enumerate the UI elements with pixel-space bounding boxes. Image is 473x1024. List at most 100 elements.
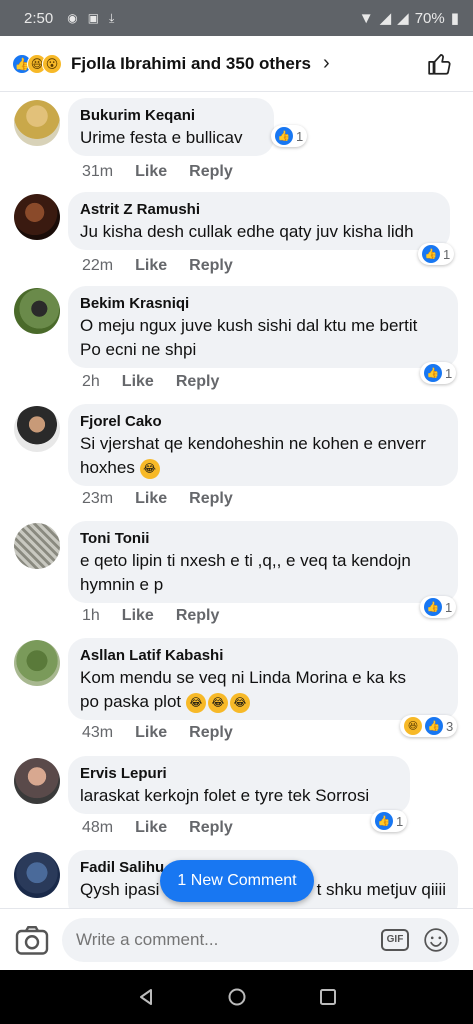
- camera-icon[interactable]: [14, 922, 50, 958]
- avatar[interactable]: [14, 758, 60, 804]
- comment-author[interactable]: Astrit Z Ramushi: [80, 200, 438, 220]
- like-action[interactable]: Like: [122, 607, 154, 625]
- reaction-badge[interactable]: 👍 1: [420, 362, 457, 384]
- comment-time: 43m: [82, 724, 114, 741]
- reaction-badge[interactable]: 👍 1: [271, 125, 308, 147]
- like-button-icon[interactable]: [427, 51, 453, 77]
- like-action[interactable]: Like: [135, 257, 167, 275]
- battery-level: 70%: [414, 9, 445, 27]
- download-icon: ⤓: [109, 10, 115, 25]
- reaction-badge[interactable]: 😆 👍 3: [400, 715, 458, 737]
- comment-bubble[interactable]: Bekim Krasniqi O meju ngux juve kush sis…: [68, 286, 458, 368]
- comment-bubble[interactable]: Fjorel Cako Si vjershat qe kendoheshin n…: [68, 404, 458, 486]
- like-action[interactable]: Like: [135, 163, 167, 181]
- reaction-count: 1: [296, 128, 304, 144]
- comment-text: Qysh ipasi: [80, 880, 160, 899]
- comment-meta: 2h Like Reply: [82, 373, 219, 391]
- reaction-badge[interactable]: 👍 1: [418, 243, 455, 265]
- comment-bubble[interactable]: Astrit Z Ramushi Ju kisha desh cullak ed…: [68, 192, 450, 250]
- chevron-right-icon[interactable]: ›: [323, 52, 330, 75]
- reactors-label[interactable]: Fjolla Ibrahimi and 350 others: [71, 54, 311, 74]
- comment-text: hoxhes: [80, 458, 135, 477]
- like-action[interactable]: Like: [122, 373, 154, 391]
- like-action[interactable]: Like: [135, 490, 167, 508]
- avatar[interactable]: [14, 852, 60, 898]
- comment-author[interactable]: Ervis Lepuri: [80, 764, 398, 784]
- reaction-count: 1: [445, 599, 453, 615]
- comment-author[interactable]: Fjorel Cako: [80, 412, 446, 432]
- reply-action[interactable]: Reply: [176, 373, 220, 391]
- reply-action[interactable]: Reply: [189, 163, 233, 181]
- comment-text: laraskat kerkojn folet e tyre tek Sorros…: [80, 786, 370, 805]
- comment-text-line: hoxhes 😂: [80, 456, 446, 480]
- comment-meta: 43m Like Reply: [82, 724, 233, 742]
- system-nav-bar: [0, 970, 473, 1024]
- comment-bubble[interactable]: Toni Tonii e qeto lipin ti nxesh e ti ,q…: [68, 521, 458, 603]
- back-icon[interactable]: [136, 987, 156, 1007]
- comment-time: 48m: [82, 819, 114, 836]
- emoji-icon[interactable]: [423, 927, 449, 953]
- comment-text: e qeto lipin ti nxesh e ti ,q,, e veq ta…: [80, 551, 411, 570]
- comment-bubble[interactable]: Bukurim Keqani Urime festa e bullicav: [68, 98, 274, 156]
- reply-action[interactable]: Reply: [176, 607, 220, 625]
- comment-meta: 23m Like Reply: [82, 490, 233, 508]
- comment-input-box[interactable]: GIF: [62, 917, 459, 962]
- reaction-count: 3: [446, 718, 454, 734]
- status-bar: 2:50 ◉ ▣ ⤓ ▼ ◢ ◢ 70% ▮: [0, 0, 473, 36]
- reaction-count: 1: [445, 365, 453, 381]
- comment-text: hymnin e p: [80, 575, 164, 594]
- comment-bubble[interactable]: Asllan Latif Kabashi Kom mendu se veq ni…: [68, 638, 458, 720]
- comment-time: 31m: [82, 163, 114, 180]
- new-comment-pill[interactable]: 1 New Comment: [160, 860, 314, 902]
- comment-text: Kom mendu se veq ni Linda Morina e ka ks: [80, 668, 407, 687]
- wow-reaction-icon: 😮: [42, 53, 62, 74]
- laughing-emoji-icon: 😂: [229, 692, 250, 713]
- recents-icon[interactable]: [318, 987, 338, 1007]
- comments-list[interactable]: Bukurim Keqani Urime festa e bullicav 👍 …: [0, 92, 473, 908]
- comment-text: po paska plot: [80, 692, 182, 711]
- comment-author[interactable]: Bukurim Keqani: [80, 106, 262, 126]
- comment-meta: 1h Like Reply: [82, 607, 219, 625]
- signal-icon-2: ◢: [397, 10, 409, 27]
- avatar[interactable]: [14, 406, 60, 452]
- comment-time: 22m: [82, 257, 114, 274]
- comment-meta: 31m Like Reply: [82, 163, 233, 181]
- avatar[interactable]: [14, 288, 60, 334]
- home-icon[interactable]: [227, 987, 247, 1007]
- reply-action[interactable]: Reply: [189, 490, 233, 508]
- like-reaction-icon: 👍: [424, 598, 442, 616]
- comment-author[interactable]: Toni Tonii: [80, 529, 446, 549]
- like-reaction-icon: 👍: [275, 127, 293, 145]
- reactions-header[interactable]: 👍 😆 😮 Fjolla Ibrahimi and 350 others ›: [0, 36, 473, 92]
- like-reaction-icon: 👍: [424, 364, 442, 382]
- avatar[interactable]: [14, 194, 60, 240]
- like-reaction-icon: 👍: [425, 717, 443, 735]
- avatar[interactable]: [14, 100, 60, 146]
- reaction-count: 1: [396, 813, 404, 829]
- comment-composer: GIF: [0, 908, 473, 970]
- comment-text: O meju ngux juve kush sishi dal ktu me b…: [80, 316, 418, 335]
- comment-author[interactable]: Bekim Krasniqi: [80, 294, 446, 314]
- reaction-badge[interactable]: 👍 1: [420, 596, 457, 618]
- comments-sheet: 👍 😆 😮 Fjolla Ibrahimi and 350 others › B…: [0, 36, 473, 970]
- like-action[interactable]: Like: [135, 819, 167, 837]
- comment-author[interactable]: Asllan Latif Kabashi: [80, 646, 446, 666]
- gif-button[interactable]: GIF: [381, 928, 409, 951]
- reply-action[interactable]: Reply: [189, 257, 233, 275]
- reply-action[interactable]: Reply: [189, 724, 233, 742]
- like-reaction-icon: 👍: [375, 812, 393, 830]
- like-action[interactable]: Like: [135, 724, 167, 742]
- comment-input[interactable]: [76, 929, 381, 950]
- comment-text: Ju kisha desh cullak edhe qaty juv kisha…: [80, 222, 414, 241]
- comment-bubble[interactable]: Ervis Lepuri laraskat kerkojn folet e ty…: [68, 756, 410, 814]
- reaction-count: 1: [443, 246, 451, 262]
- comment-text: Urime festa e bullicav: [80, 128, 243, 147]
- laughing-emoji-icon: 😂: [139, 458, 160, 479]
- avatar[interactable]: [14, 523, 60, 569]
- like-reaction-icon: 👍: [422, 245, 440, 263]
- reply-action[interactable]: Reply: [189, 819, 233, 837]
- haha-reaction-icon: 😆: [404, 717, 422, 735]
- avatar[interactable]: [14, 640, 60, 686]
- battery-icon: ▮: [450, 10, 459, 27]
- reaction-badge[interactable]: 👍 1: [371, 810, 408, 832]
